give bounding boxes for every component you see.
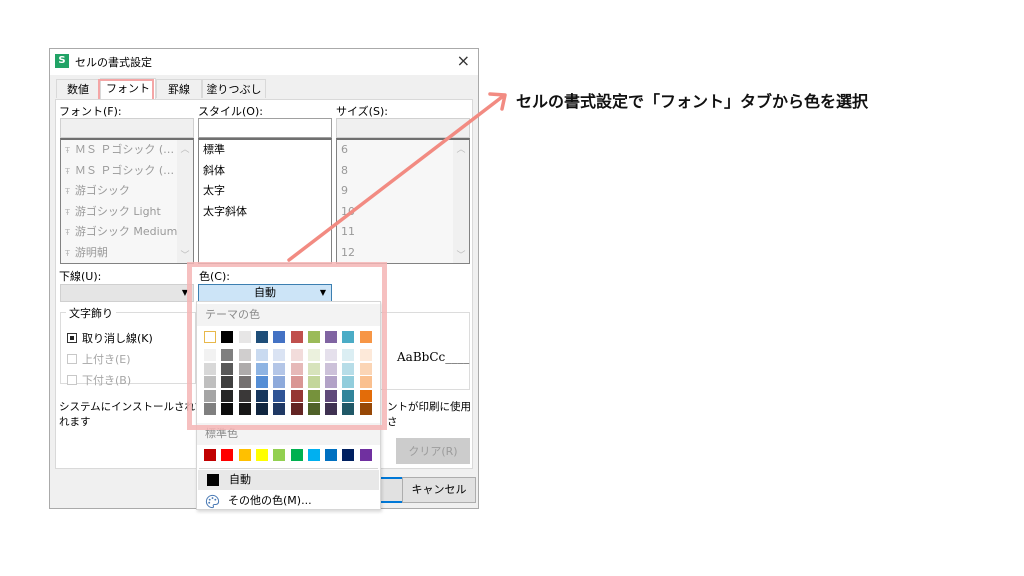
annotation-caption: セルの書式設定で「フォント」タブから色を選択 [516, 92, 869, 111]
annotation-arrow [287, 92, 507, 262]
arrow-line [287, 95, 504, 262]
